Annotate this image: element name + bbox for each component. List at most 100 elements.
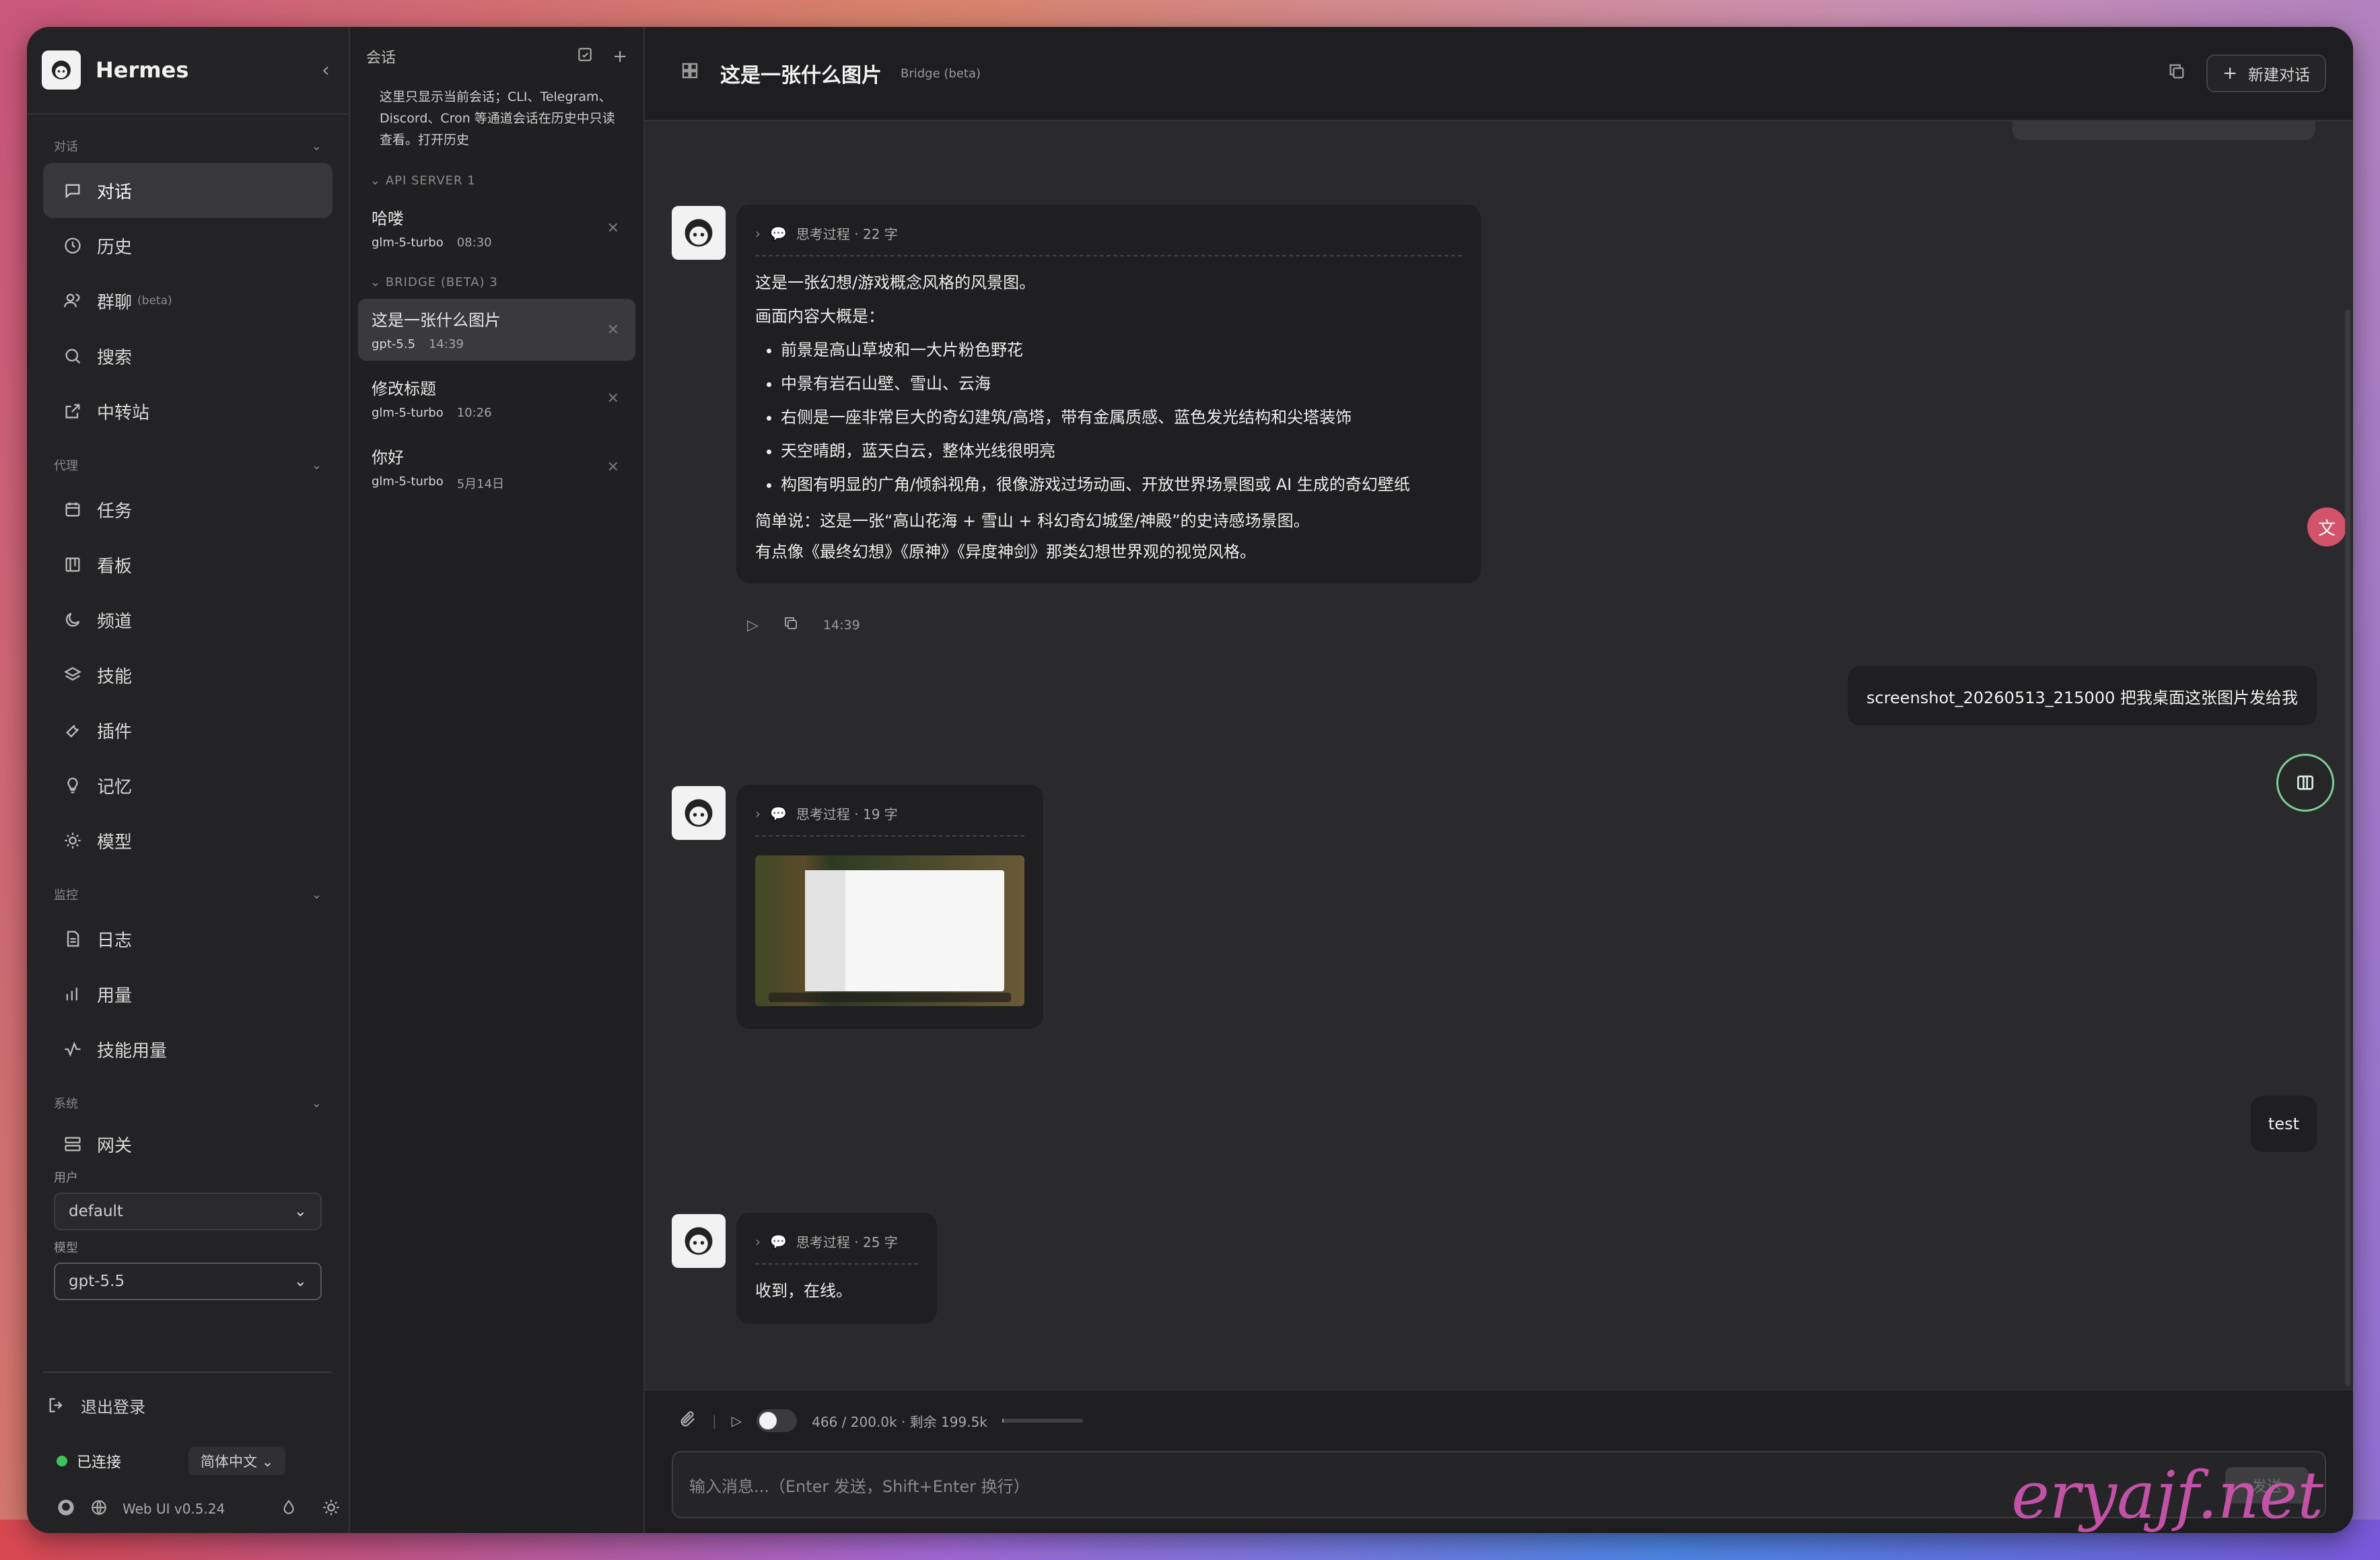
thinking-label: 思考过程 · 22 字 — [796, 226, 898, 242]
close-icon[interactable]: ✕ — [607, 390, 619, 407]
conversation-group-header[interactable]: ⌄ BRIDGE (BETA) 3 — [350, 259, 643, 299]
sidebar-item-label: 看板 — [97, 556, 133, 577]
server-icon — [59, 1135, 86, 1154]
sidebar-item-memory[interactable]: 记忆 — [43, 758, 332, 813]
user-select[interactable]: default ⌄ — [54, 1193, 322, 1230]
assistant-message: › 💬 思考过程 · 25 字 收到，在线。 — [736, 1213, 937, 1324]
sidebar-item-label: 搜索 — [97, 347, 133, 368]
grid-icon[interactable] — [680, 61, 700, 86]
sidebar-item-chat[interactable]: 对话 — [43, 163, 332, 218]
thinking-toggle[interactable]: › 💬 思考过程 · 22 字 — [755, 223, 1462, 256]
scrollbar[interactable] — [2345, 310, 2350, 1386]
thinking-toggle[interactable]: › 💬 思考过程 · 19 字 — [755, 804, 1024, 837]
sidebar-item-relay[interactable]: 中转站 — [43, 384, 332, 439]
mode-toggle[interactable] — [757, 1409, 798, 1432]
sidebar-item-usage[interactable]: 用量 — [43, 966, 332, 1022]
sidebar-item-label: 群聊 — [97, 292, 133, 313]
translate-icon[interactable]: 文 — [2307, 507, 2346, 546]
copy-icon[interactable] — [2167, 62, 2186, 85]
screenshot-image[interactable] — [755, 855, 1024, 1006]
toolbar-divider: | — [712, 1413, 717, 1429]
close-icon[interactable]: ✕ — [607, 322, 619, 339]
sidebar-item-label: 日志 — [97, 930, 133, 951]
conversation-time: 08:30 — [456, 236, 492, 250]
speech-bubble-icon: 💬 — [770, 1233, 787, 1250]
section-header-agent[interactable]: 代理 ⌄ — [27, 448, 349, 482]
user-message: test — [2250, 1096, 2317, 1152]
token-progress-fill — [1002, 1419, 1004, 1423]
thinking-toggle[interactable]: › 💬 思考过程 · 25 字 — [755, 1232, 918, 1265]
collapse-sidebar-icon[interactable]: ‹ — [322, 59, 330, 82]
github-icon[interactable] — [57, 1498, 75, 1520]
sidebar-item-gateway[interactable]: 网关 — [43, 1120, 332, 1168]
new-chat-button[interactable]: + 新建对话 — [2206, 55, 2326, 92]
chevron-down-icon: ⌄ — [311, 458, 322, 472]
user-message: screenshot_20260513_215000 把我桌面这张图片发给我 — [1848, 666, 2317, 725]
edit-icon[interactable] — [576, 46, 594, 68]
copy-icon[interactable] — [783, 615, 799, 635]
add-conversation-icon[interactable]: + — [612, 46, 627, 67]
message-paragraph: 这是一张幻想/游戏概念风格的风景图。 — [755, 273, 1036, 292]
list-item: 前景是高山草坡和一大片粉色野花 — [781, 333, 1462, 367]
conversation-title: 哈喽 — [372, 209, 404, 228]
conversation-group-header[interactable]: ⌄ API SERVER 1 — [350, 157, 643, 197]
globe-icon[interactable] — [90, 1499, 108, 1520]
drop-icon[interactable] — [280, 1499, 298, 1520]
language-value: 简体中文 — [201, 1454, 258, 1470]
sidebar-item-kanban[interactable]: 看板 — [43, 537, 332, 592]
logout-icon — [43, 1396, 70, 1415]
play-icon[interactable]: ▷ — [732, 1413, 742, 1429]
sidebar-item-label: 网关 — [97, 1135, 133, 1156]
sidebar-item-logs[interactable]: 日志 — [43, 911, 332, 966]
sidebar-item-skills[interactable]: 技能 — [43, 647, 332, 703]
model-label: 模型 — [54, 1241, 78, 1255]
sidebar-item-label: 插件 — [97, 721, 133, 742]
conversation-model: gpt-5.5 — [372, 337, 416, 351]
conversation-item[interactable]: 修改标题 glm-5-turbo 10:26 ✕ — [358, 367, 635, 429]
theme-toggle-icon[interactable] — [322, 1498, 341, 1520]
model-select[interactable]: gpt-5.5 ⌄ — [54, 1263, 322, 1300]
sidebar-footer: 退出登录 已连接 简体中文 ⌄ Web UI v0.5.24 — [27, 1372, 349, 1533]
attach-icon[interactable] — [678, 1410, 697, 1432]
message-time: 14:39 — [823, 618, 860, 633]
section-header-chat[interactable]: 对话 ⌄ — [27, 129, 349, 163]
close-icon[interactable]: ✕ — [607, 459, 619, 476]
screenshot-window — [805, 870, 1004, 991]
sidebar-item-skill-usage[interactable]: 技能用量 — [43, 1022, 332, 1077]
conversation-item-active[interactable]: 这是一张什么图片 gpt-5.5 14:39 ✕ — [358, 299, 635, 361]
user-message-text: screenshot_20260513_215000 把我桌面这张图片发给我 — [1866, 688, 2298, 707]
sidebar-item-models[interactable]: 模型 — [43, 813, 332, 868]
section-header-system[interactable]: 系统 ⌄ — [27, 1086, 349, 1120]
columns-toggle-button[interactable] — [2276, 754, 2334, 812]
list-item: 右侧是一座非常巨大的奇幻建筑/高塔，带有金属质感、蓝色发光结构和尖塔装饰 — [781, 400, 1462, 434]
logout-button[interactable]: 退出登录 — [27, 1373, 349, 1438]
sidebar-item-history[interactable]: 历史 — [43, 218, 332, 273]
assistant-message: › 💬 思考过程 · 22 字 这是一张幻想/游戏概念风格的风景图。 画面内容大… — [736, 205, 1481, 583]
section-header-monitor[interactable]: 监控 ⌄ — [27, 878, 349, 911]
screenshot-dock — [769, 993, 1011, 1002]
app-name: Hermes — [96, 57, 189, 83]
close-icon[interactable]: ✕ — [607, 220, 619, 237]
conversation-item[interactable]: 你好 glm-5-turbo 5月14日 ✕ — [358, 436, 635, 498]
user-select-value: default — [69, 1203, 123, 1220]
sidebar-item-group-chat[interactable]: 群聊 (beta) — [43, 273, 332, 328]
list-item: 构图有明显的广角/倾斜视角，很像游戏过场动画、开放世界场景图或 AI 生成的奇幻… — [781, 468, 1462, 501]
conversation-item[interactable]: 哈喽 glm-5-turbo 08:30 ✕ — [358, 197, 635, 259]
sidebar-item-channels[interactable]: 频道 — [43, 592, 332, 647]
assistant-avatar — [672, 786, 726, 840]
section-title: 对话 — [54, 140, 78, 154]
previous-message-edge — [2013, 121, 2315, 140]
conversation-model: glm-5-turbo — [372, 406, 444, 420]
sidebar-item-search[interactable]: 搜索 — [43, 328, 332, 384]
token-progress — [1002, 1419, 1083, 1423]
play-icon[interactable]: ▷ — [747, 617, 759, 634]
message-actions: ▷ 14:39 — [747, 615, 860, 635]
chat-title: 这是一张什么图片 — [720, 64, 882, 87]
thinking-label: 思考过程 · 25 字 — [796, 1234, 898, 1250]
sidebar-item-plugins[interactable]: 插件 — [43, 703, 332, 758]
language-select[interactable]: 简体中文 ⌄ — [188, 1447, 286, 1475]
sidebar-item-tasks[interactable]: 任务 — [43, 482, 332, 537]
assistant-message: › 💬 思考过程 · 19 字 — [736, 785, 1043, 1029]
moon-icon — [59, 610, 86, 629]
file-icon — [59, 929, 86, 948]
